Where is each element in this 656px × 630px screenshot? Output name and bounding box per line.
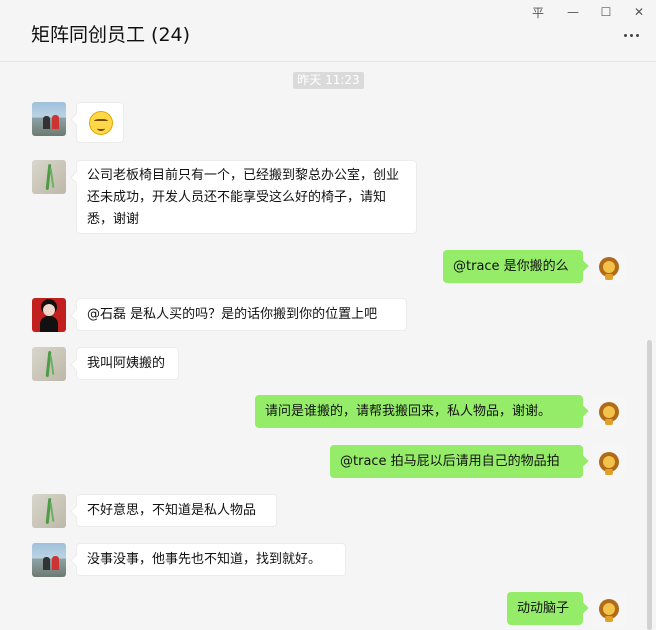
title-bar: 矩阵同创员工 (24) 平 — ☐ ✕: [0, 0, 656, 62]
lion-avatar[interactable]: [592, 250, 626, 284]
message-timestamp: 昨天 11:23: [293, 72, 364, 89]
message-bubble[interactable]: 公司老板椅目前只有一个，已经搬到黎总办公室，创业还未成功，开发人员还不能享受这么…: [76, 160, 417, 234]
message-bubble[interactable]: 没事没事，他事先也不知道，找到就好。: [76, 543, 346, 576]
bamboo-avatar[interactable]: [32, 347, 66, 381]
message-bubble[interactable]: [76, 102, 124, 143]
message-text: 公司老板椅目前只有一个，已经搬到黎总办公室，创业还未成功，开发人员还不能享受这么…: [87, 168, 400, 227]
message-bubble[interactable]: 不好意思，不知道是私人物品: [76, 494, 277, 527]
close-icon[interactable]: ✕: [626, 2, 652, 22]
message-bubble[interactable]: 我叫阿姨搬的: [76, 347, 179, 380]
lion-avatar[interactable]: [592, 445, 626, 479]
message-bubble[interactable]: @石磊 是私人买的吗？是的话你搬到你的位置上吧: [76, 298, 407, 331]
message-text: @石磊 是私人买的吗？是的话你搬到你的位置上吧: [87, 307, 378, 322]
lion-avatar[interactable]: [592, 592, 626, 626]
message-list[interactable]: 昨天 11:23 公司老板椅目前只有一个，已经搬到黎总办公室，创业还未成功，开发…: [0, 62, 656, 630]
pin-icon[interactable]: 平: [525, 2, 551, 22]
message-text: 没事没事，他事先也不知道，找到就好。: [87, 552, 322, 567]
message-bubble[interactable]: 动动脑子: [507, 592, 583, 625]
message-text: 我叫阿姨搬的: [87, 356, 166, 371]
message-text: 不好意思，不知道是私人物品: [87, 503, 257, 518]
message-bubble[interactable]: @trace 是你搬的么: [443, 250, 583, 283]
maximize-icon[interactable]: ☐: [593, 2, 619, 22]
red-portrait-avatar[interactable]: [32, 298, 66, 332]
lake-photo-avatar[interactable]: [32, 102, 66, 136]
lake-photo-avatar[interactable]: [32, 543, 66, 577]
lion-avatar[interactable]: [592, 395, 626, 429]
message-text: 动动脑子: [517, 601, 570, 616]
message-bubble[interactable]: @trace 拍马屁以后请用自己的物品拍: [330, 445, 583, 478]
sweat-emoji-icon: [89, 111, 113, 135]
message-text: @trace 拍马屁以后请用自己的物品拍: [340, 454, 560, 469]
bamboo-avatar[interactable]: [32, 494, 66, 528]
message-bubble[interactable]: 请问是谁搬的，请帮我搬回来，私人物品，谢谢。: [255, 395, 583, 428]
message-text: @trace 是你搬的么: [453, 259, 569, 274]
scrollbar[interactable]: [647, 340, 652, 630]
minimize-icon[interactable]: —: [560, 2, 586, 22]
chat-title: 矩阵同创员工 (24): [31, 24, 191, 46]
bamboo-avatar[interactable]: [32, 160, 66, 194]
more-options-icon[interactable]: [620, 28, 642, 42]
message-text: 请问是谁搬的，请帮我搬回来，私人物品，谢谢。: [265, 404, 552, 419]
